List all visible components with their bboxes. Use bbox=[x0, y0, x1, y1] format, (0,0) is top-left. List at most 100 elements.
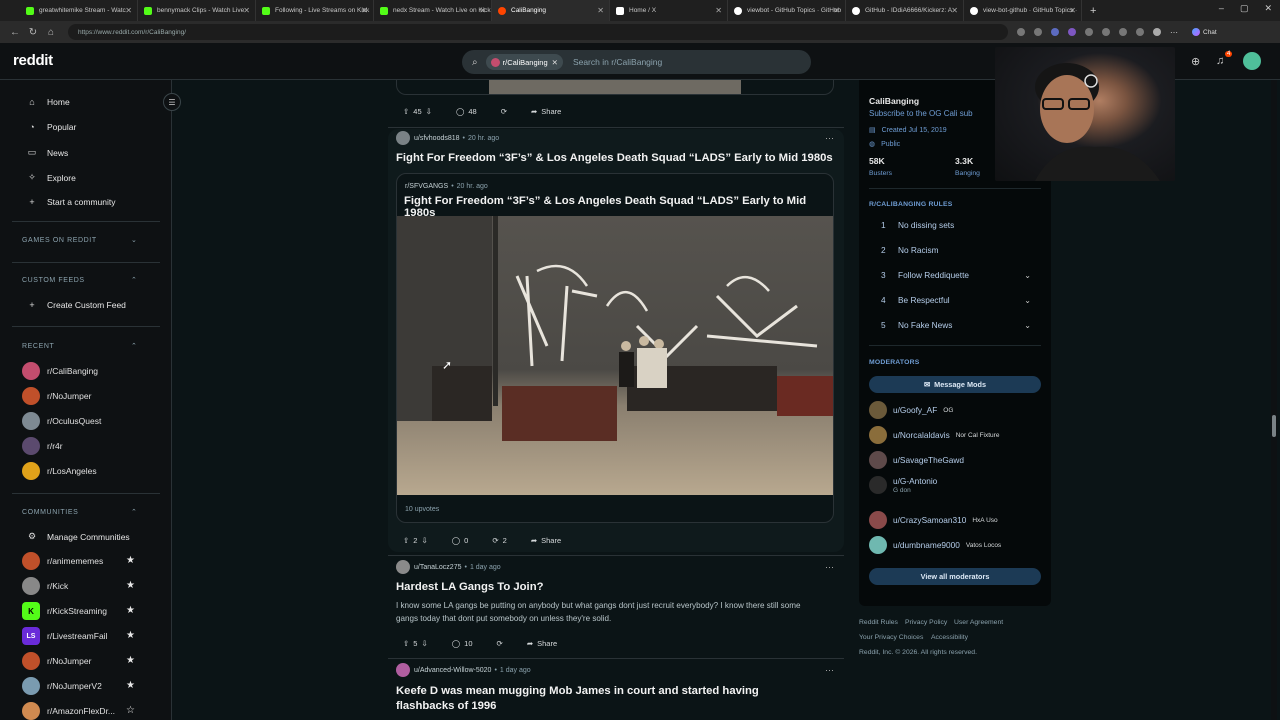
extension-icon[interactable] bbox=[1034, 28, 1042, 36]
recent-item-nojumper[interactable]: r/NoJumper bbox=[22, 387, 142, 405]
sidebar-item-explore[interactable]: ✧ Explore bbox=[26, 172, 76, 183]
rule-item[interactable]: 1 No dissing sets bbox=[881, 220, 1041, 230]
community-item[interactable]: r/animememes bbox=[22, 552, 142, 570]
close-window-icon[interactable]: ✕ bbox=[1264, 3, 1272, 14]
crosspost-card[interactable]: r/SFVGANGS • 20 hr. ago Fight For Freedo… bbox=[396, 173, 834, 523]
footer-link-rules[interactable]: Reddit Rules bbox=[859, 619, 898, 626]
notifications-icon[interactable]: ♫ bbox=[1216, 55, 1224, 67]
footer-link-privacy[interactable]: Privacy Policy bbox=[905, 619, 947, 626]
recent-item-r4r[interactable]: r/r4r bbox=[22, 437, 142, 455]
downvote-icon[interactable]: ⇩ bbox=[426, 107, 432, 116]
moderator-item[interactable]: u/G-Antonio G don bbox=[869, 476, 1044, 494]
favorite-star-icon[interactable]: ★ bbox=[126, 680, 135, 691]
sidebar-item-start-community[interactable]: + Start a community bbox=[26, 197, 115, 207]
browser-tab[interactable]: view-bot-github · GitHub Topics · ✕ bbox=[964, 0, 1082, 21]
manage-communities-item[interactable]: ⚙ Manage Communities bbox=[26, 531, 130, 542]
chevron-up-icon[interactable]: ⌃ bbox=[131, 342, 137, 350]
crosspost-subreddit[interactable]: r/SFVGANGS bbox=[405, 183, 448, 190]
recent-section-title[interactable]: RECENT bbox=[22, 343, 54, 350]
downvote-icon[interactable]: ⇩ bbox=[421, 639, 427, 648]
close-icon[interactable]: ✕ bbox=[1069, 6, 1076, 15]
favorite-star-icon[interactable]: ★ bbox=[126, 555, 135, 566]
home-icon[interactable]: ⌂ bbox=[42, 27, 60, 38]
browser-tab[interactable]: nedx Stream - Watch Live on Kick ✕ bbox=[374, 0, 492, 21]
sidebar-item-news[interactable]: ▭ News bbox=[26, 147, 69, 158]
extension-icon[interactable] bbox=[1068, 28, 1076, 36]
back-icon[interactable]: ← bbox=[6, 27, 24, 38]
close-icon[interactable]: ✕ bbox=[833, 6, 840, 15]
footer-link-user-agreement[interactable]: User Agreement bbox=[954, 619, 1003, 626]
copilot-chat-button[interactable]: Chat bbox=[1192, 28, 1217, 36]
close-icon[interactable]: ✕ bbox=[715, 6, 722, 15]
close-icon[interactable]: ✕ bbox=[951, 6, 958, 15]
refresh-icon[interactable]: ↻ bbox=[24, 27, 42, 38]
extension-icon[interactable] bbox=[1017, 28, 1025, 36]
post-author[interactable]: u/TanaLocz275 bbox=[414, 564, 461, 571]
close-icon[interactable]: ✕ bbox=[597, 6, 604, 15]
community-item[interactable]: r/NoJumperV2 bbox=[22, 677, 142, 695]
close-icon[interactable]: ✕ bbox=[361, 6, 368, 15]
favorite-star-icon[interactable]: ★ bbox=[126, 580, 135, 591]
create-custom-feed-item[interactable]: + Create Custom Feed bbox=[26, 300, 126, 310]
close-icon[interactable]: ✕ bbox=[243, 6, 250, 15]
rule-item[interactable]: 3 Follow Reddiquette ⌄ bbox=[881, 270, 1041, 280]
view-all-moderators-button[interactable]: View all moderators bbox=[869, 568, 1041, 585]
page-scrollbar-thumb[interactable] bbox=[1272, 415, 1276, 437]
community-name[interactable]: CaliBanging bbox=[869, 96, 919, 106]
menu-dots-icon[interactable]: ⋯ bbox=[1170, 28, 1178, 37]
new-tab-icon[interactable]: + bbox=[1090, 5, 1096, 17]
downvote-icon[interactable]: ⇩ bbox=[421, 536, 427, 545]
upvote-icon[interactable]: ⇧ bbox=[403, 639, 409, 648]
favorite-star-icon[interactable]: ★ bbox=[126, 605, 135, 616]
games-section-title[interactable]: GAMES ON REDDIT bbox=[22, 237, 97, 244]
comments-button[interactable]: ◯ 0 bbox=[445, 531, 476, 549]
post-title[interactable]: Hardest LA Gangs To Join? bbox=[388, 581, 844, 593]
sidebar-item-home[interactable]: ⌂ Home bbox=[26, 97, 69, 107]
crosspost-button[interactable]: ⟳ 2 bbox=[485, 531, 513, 549]
extension-icon[interactable] bbox=[1085, 28, 1093, 36]
footer-link-accessibility[interactable]: Accessibility bbox=[931, 634, 968, 641]
user-avatar[interactable] bbox=[396, 560, 410, 574]
extension-icon[interactable] bbox=[1102, 28, 1110, 36]
profile-avatar-icon[interactable] bbox=[1153, 28, 1161, 36]
sidebar-item-popular[interactable]: ◔ Popular bbox=[26, 122, 76, 132]
favorite-star-icon[interactable]: ☆ bbox=[126, 705, 135, 716]
recent-item-losangeles[interactable]: r/LosAngeles bbox=[22, 462, 142, 480]
rule-item[interactable]: 4 Be Respectful ⌄ bbox=[881, 295, 1041, 305]
extension-icon[interactable] bbox=[1119, 28, 1127, 36]
share-button[interactable]: ➦ Share bbox=[524, 531, 568, 549]
post-title[interactable]: Keefe D was mean mugging Mob James in co… bbox=[388, 684, 844, 713]
extension-icon[interactable] bbox=[1051, 28, 1059, 36]
chevron-down-icon[interactable]: ⌄ bbox=[1024, 296, 1031, 305]
community-item[interactable]: LS r/LivestreamFail bbox=[22, 627, 142, 645]
user-avatar[interactable] bbox=[396, 663, 410, 677]
browser-tab[interactable]: bennymack Clips - Watch Live ✕ bbox=[138, 0, 256, 21]
comments-button[interactable]: ◯ 10 bbox=[445, 634, 480, 652]
moderator-item[interactable]: u/dumbname9000 Vatos Locos bbox=[869, 536, 1044, 554]
close-icon[interactable]: ✕ bbox=[479, 6, 486, 15]
post-options-icon[interactable]: ⋯ bbox=[825, 133, 834, 144]
moderator-item[interactable]: u/Norcalaldavis Nor Cal Fixture bbox=[869, 426, 1044, 444]
page-scrollbar-track[interactable] bbox=[1271, 80, 1277, 720]
chevron-down-icon[interactable]: ⌄ bbox=[1024, 321, 1031, 330]
create-post-icon[interactable]: ⊕ bbox=[1191, 55, 1200, 68]
search-bar[interactable]: ⌕ r/CaliBanging ✕ Search in r/CaliBanging bbox=[462, 50, 811, 74]
browser-tab-active[interactable]: CaliBanging ✕ bbox=[492, 0, 610, 21]
crosspost-image[interactable] bbox=[397, 216, 833, 495]
upvote-icon[interactable]: ⇧ bbox=[403, 107, 409, 116]
browser-tab[interactable]: Following - Live Streams on Kick ✕ bbox=[256, 0, 374, 21]
comments-button[interactable]: ◯ 48 bbox=[449, 102, 484, 120]
chevron-down-icon[interactable]: ⌄ bbox=[1024, 271, 1031, 280]
recent-item-oculusquest[interactable]: r/OculusQuest bbox=[22, 412, 142, 430]
browser-tab[interactable]: viewbot - GitHub Topics · GitHub ✕ bbox=[728, 0, 846, 21]
crosspost-button[interactable]: ⟳ bbox=[494, 102, 514, 120]
close-icon[interactable]: ✕ bbox=[125, 6, 132, 15]
post-options-icon[interactable]: ⋯ bbox=[825, 665, 834, 676]
community-item[interactable]: r/NoJumper bbox=[22, 652, 142, 670]
chevron-down-icon[interactable]: ⌄ bbox=[131, 236, 137, 244]
share-button[interactable]: ➦ Share bbox=[524, 102, 568, 120]
favorite-star-icon[interactable]: ★ bbox=[126, 630, 135, 641]
moderator-item[interactable]: u/Goofy_AF OG bbox=[869, 401, 1044, 419]
rule-item[interactable]: 5 No Fake News ⌄ bbox=[881, 320, 1041, 330]
minimize-icon[interactable]: – bbox=[1219, 3, 1224, 14]
